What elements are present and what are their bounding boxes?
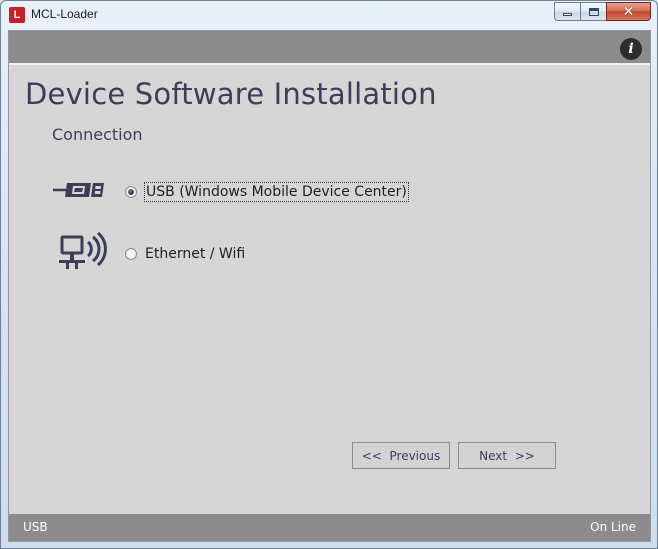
app-logo-icon: L (9, 7, 25, 23)
window-title: MCL-Loader (31, 7, 98, 21)
maximize-icon (588, 7, 599, 16)
usb-icon (53, 183, 104, 197)
app-window: L MCL-Loader ✕ i Device Software Install… (0, 0, 658, 549)
network-wifi-icon (59, 232, 107, 269)
info-icon[interactable]: i (620, 38, 642, 60)
status-online: On Line (590, 520, 636, 534)
usb-option-label[interactable]: USB (Windows Mobile Device Center) (144, 182, 409, 202)
radio-option-usb[interactable]: USB (Windows Mobile Device Center) (125, 181, 409, 203)
caption-buttons: ✕ (554, 2, 651, 21)
close-button[interactable]: ✕ (606, 2, 651, 21)
close-icon: ✕ (622, 3, 635, 20)
status-connection-type: USB (23, 520, 48, 534)
section-title: Connection (52, 125, 143, 144)
top-toolbar: i (9, 31, 650, 65)
page-title: Device Software Installation (25, 77, 437, 111)
maximize-button[interactable] (580, 2, 606, 21)
ethernet-option-label[interactable]: Ethernet / Wifi (144, 245, 246, 263)
status-bar: USB On Line (9, 514, 650, 541)
title-bar[interactable]: L MCL-Loader ✕ (1, 1, 657, 29)
usb-radio-button[interactable] (125, 186, 137, 198)
ethernet-radio-button[interactable] (125, 248, 137, 260)
radio-option-ethernet[interactable]: Ethernet / Wifi (125, 243, 246, 265)
next-button[interactable]: Next >> (458, 442, 556, 469)
minimize-button[interactable] (554, 2, 580, 21)
main-panel: i Device Software Installation Connectio… (8, 30, 651, 542)
previous-button[interactable]: << Previous (352, 442, 450, 469)
minimize-icon (563, 13, 572, 16)
